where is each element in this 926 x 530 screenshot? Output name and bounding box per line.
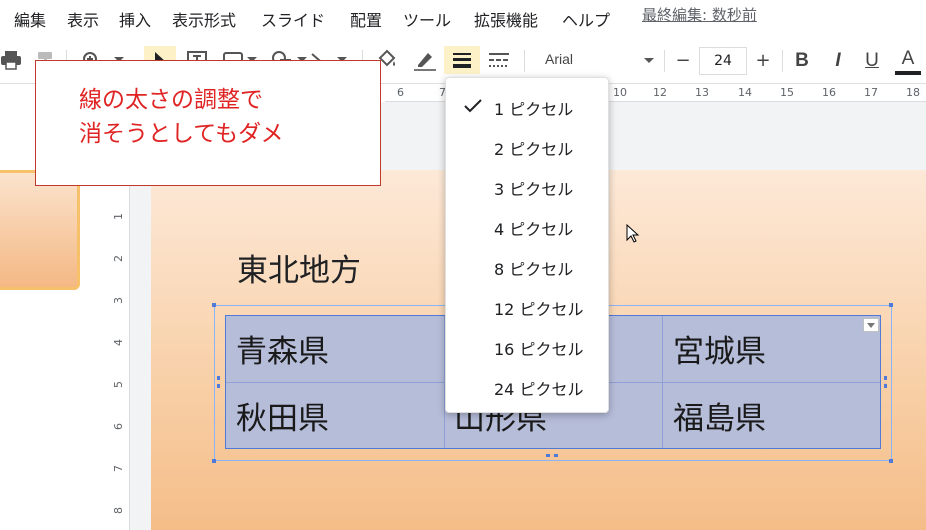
toolbar-separator: [782, 50, 783, 72]
font-family-dropdown-icon[interactable]: [644, 58, 654, 63]
annotation-text: 線の太さの調整で 消そうとしてもダメ: [79, 87, 284, 147]
ruler-number: 12: [653, 86, 667, 99]
table-cell[interactable]: 宮城県: [673, 326, 766, 371]
menu-slide[interactable]: スライド: [261, 7, 325, 31]
ruler-number: 10: [613, 86, 627, 99]
ruler-number: 17: [864, 86, 878, 99]
text-color-button[interactable]: A: [895, 47, 921, 75]
ruler-number: 18: [906, 86, 920, 99]
menu-item-4px[interactable]: 4 ピクセル: [446, 206, 610, 246]
resize-handle-bottom[interactable]: [546, 454, 558, 457]
ruler-number: 4: [112, 339, 125, 346]
menu-item-label: 16 ピクセル: [494, 340, 584, 359]
menu-extensions[interactable]: 拡張機能: [474, 7, 538, 31]
border-weight-icon[interactable]: [444, 46, 480, 74]
border-color-icon[interactable]: [410, 46, 440, 74]
menu-item-8px[interactable]: 8 ピクセル: [446, 246, 610, 286]
last-edit-link[interactable]: 最終編集: 数秒前: [642, 4, 757, 25]
font-size-increase-button[interactable]: +: [750, 46, 776, 74]
selection-handle[interactable]: [889, 303, 893, 307]
toolbar-separator: [524, 50, 525, 72]
menu-item-12px[interactable]: 12 ピクセル: [446, 286, 610, 326]
ruler-number: 16: [822, 86, 836, 99]
menu-edit[interactable]: 編集: [14, 7, 46, 31]
menu-item-1px[interactable]: 1 ピクセル: [446, 86, 610, 126]
menu-insert[interactable]: 挿入: [119, 7, 151, 31]
app-window: 編集 表示 挿入 表示形式 スライド 配置 ツール 拡張機能 ヘルプ 最終編集:…: [0, 0, 926, 530]
ruler-number: 14: [738, 86, 752, 99]
menu-item-label: 12 ピクセル: [494, 300, 584, 319]
table-cell[interactable]: 福島県: [673, 393, 766, 438]
menu-format[interactable]: 表示形式: [172, 7, 236, 31]
menu-item-3px[interactable]: 3 ピクセル: [446, 166, 610, 206]
vertical-ruler: 1 2 3 4 5 6 7 8: [110, 172, 130, 530]
slide-title[interactable]: 東北地方: [237, 245, 361, 290]
ruler-number: 7: [112, 465, 125, 472]
bold-button[interactable]: B: [789, 47, 815, 75]
ruler-number: 1: [112, 213, 125, 220]
menu-item-label: 24 ピクセル: [494, 380, 584, 399]
ruler-number: 3: [112, 297, 125, 304]
ruler-number: 8: [112, 507, 125, 514]
menu-item-16px[interactable]: 16 ピクセル: [446, 326, 610, 366]
border-weight-menu: 1 ピクセル 2 ピクセル 3 ピクセル 4 ピクセル 8 ピクセル 12 ピク…: [445, 77, 609, 413]
ruler-number: 5: [112, 381, 125, 388]
resize-handle-right[interactable]: [884, 376, 887, 388]
font-size-input[interactable]: 24: [699, 47, 747, 75]
menu-item-label: 4 ピクセル: [494, 220, 574, 239]
menu-item-label: 3 ピクセル: [494, 180, 574, 199]
ruler-number: 13: [695, 86, 709, 99]
menu-help[interactable]: ヘルプ: [562, 7, 610, 31]
menu-item-label: 2 ピクセル: [494, 140, 574, 159]
table-cell[interactable]: 秋田県: [236, 393, 329, 438]
menu-bar: 編集 表示 挿入 表示形式 スライド 配置 ツール 拡張機能 ヘルプ 最終編集:…: [0, 0, 926, 34]
annotation-callout: 線の太さの調整で 消そうとしてもダメ: [35, 60, 381, 186]
ruler-number: 2: [112, 255, 125, 262]
font-size-decrease-button[interactable]: −: [670, 46, 696, 74]
menu-item-2px[interactable]: 2 ピクセル: [446, 126, 610, 166]
font-family-select[interactable]: Arial: [545, 51, 573, 67]
border-dash-icon[interactable]: [486, 46, 512, 74]
ruler-number: 6: [112, 423, 125, 430]
table-cell[interactable]: 青森県: [236, 326, 329, 371]
menu-item-label: 8 ピクセル: [494, 260, 574, 279]
slide-thumbnail[interactable]: [0, 170, 80, 290]
mouse-cursor-icon: [626, 223, 640, 248]
ruler-number: 15: [780, 86, 794, 99]
selection-handle[interactable]: [212, 459, 216, 463]
menu-view[interactable]: 表示: [67, 7, 99, 31]
selection-handle[interactable]: [212, 303, 216, 307]
underline-button[interactable]: U: [859, 47, 885, 75]
print-icon[interactable]: [0, 46, 22, 74]
selection-handle[interactable]: [889, 459, 893, 463]
menu-item-24px[interactable]: 24 ピクセル: [446, 366, 610, 406]
menu-tools[interactable]: ツール: [403, 7, 451, 31]
toolbar-separator: [664, 50, 665, 72]
ruler-number: 6: [397, 86, 404, 99]
menu-arrange[interactable]: 配置: [350, 7, 382, 31]
menu-item-label: 1 ピクセル: [494, 100, 574, 119]
italic-button[interactable]: I: [825, 47, 851, 75]
cell-menu-icon[interactable]: [863, 318, 879, 332]
checkmark-icon: [464, 98, 482, 117]
resize-handle-left[interactable]: [217, 376, 220, 388]
